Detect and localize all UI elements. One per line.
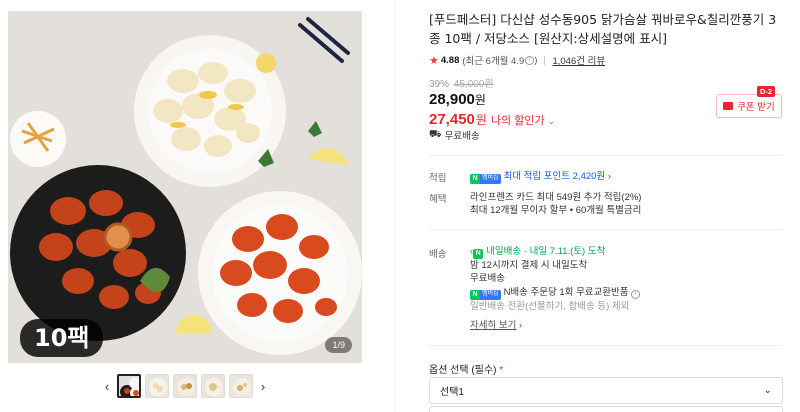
delivery-label: 배송: [429, 249, 447, 260]
exchange-text: N배송 주문당 1회 무료교환반품: [503, 286, 629, 298]
image-page-indicator: 1/9: [325, 337, 352, 353]
thumbnail-1[interactable]: [117, 374, 141, 398]
chevron-left-icon[interactable]: ‹: [100, 379, 114, 394]
sale-price-unit: 원: [474, 93, 486, 107]
food-photo: [8, 11, 362, 363]
my-discount-label: 나의 할인가: [490, 115, 545, 127]
thumbnail-3[interactable]: [173, 374, 197, 398]
thumbnail-4[interactable]: [201, 374, 225, 398]
chevron-down-icon: ⌄: [763, 385, 772, 396]
info-icon[interactable]: i: [525, 55, 535, 65]
naver-n-icon: N: [473, 248, 484, 259]
my-discount-price: 27,450: [429, 111, 475, 128]
discount-rate: 39%: [429, 79, 450, 90]
section-divider: [429, 345, 783, 346]
option-select-secondary[interactable]: [429, 406, 783, 412]
free-shipping-text: 무료배송: [444, 131, 480, 142]
exchange-line: N 멤버십 N배송 주문당 1회 무료교환반품 i: [470, 286, 641, 300]
coupon-label: 쿠폰 받기: [737, 102, 775, 113]
option-select[interactable]: 선택1 ⌄: [429, 377, 783, 404]
pack-count-badge: 10팩: [20, 319, 104, 357]
chevron-right-icon: ›: [605, 171, 611, 182]
my-discount-price-unit: 원: [475, 113, 487, 127]
option-label: 옵션 선택 (필수) *: [429, 365, 504, 376]
chevron-right-icon: ›: [516, 320, 523, 331]
dday-badge: D-2: [757, 86, 776, 97]
review-count-link[interactable]: 1,046건 리뷰: [552, 53, 605, 67]
divider: [544, 55, 546, 65]
rating-row: ★ 4.88 (최근 6개월 4.9 i ) 1,046건 리뷰: [429, 53, 783, 68]
naver-membership-badge: N 멤버십: [470, 173, 501, 184]
delivery-info: ‹ N 내일배송 · 내일 7.11.(토) 도착 밤 12시까지 결제 시 내일도…: [470, 245, 641, 333]
delivery-more-link[interactable]: 자세히 보기 ›: [470, 319, 640, 333]
discount-row: 39% 45,000원: [429, 75, 783, 90]
required-mark: *: [499, 365, 504, 376]
delivery-cutoff: 밤 12시까지 결제 시 내일도착: [470, 259, 588, 271]
rating-score: 4.88: [440, 54, 460, 66]
original-price: 45,000원: [453, 79, 494, 90]
truck-icon: ⛟: [429, 128, 442, 140]
arrival-line: ‹ N 내일배송 · 내일 7.11.(토) 도착: [470, 245, 640, 259]
section-divider: [429, 155, 783, 156]
free-shipping-summary: ⛟ 무료배송: [429, 128, 480, 143]
coupon-button[interactable]: 쿠폰 받기: [716, 94, 782, 118]
points-row[interactable]: N 멤버십 최대 적립 포인트 2,420원 ›: [470, 170, 611, 184]
info-icon[interactable]: i: [631, 289, 641, 299]
benefit-installment: 최대 12개월 무이자 할부 • 60개월 특별금리: [470, 205, 642, 216]
section-divider: [429, 229, 783, 230]
benefits-text: 라인프렌즈 카드 최대 549원 추가 적립(2%) 최대 12개월 무이자 할…: [470, 191, 641, 217]
product-main-image[interactable]: 10팩 1/9: [8, 11, 362, 363]
tomorrow-delivery-badge: 내일배송: [486, 246, 522, 257]
sale-price: 28,900: [429, 91, 475, 108]
coupon-icon: [723, 102, 734, 110]
rating-recent: (최근 6개월 4.9: [462, 56, 525, 67]
column-divider: [395, 0, 396, 412]
delivery-fee: 무료배송: [470, 273, 505, 285]
star-icon: ★: [429, 54, 439, 67]
chevron-down-icon[interactable]: ⌄: [548, 116, 556, 127]
naver-membership-badge: N 멤버십: [470, 289, 501, 300]
thumbnail-2[interactable]: [145, 374, 169, 398]
delivery-exclusion: 일반배송 전환(선물하기, 합배송 등) 제외: [470, 300, 630, 312]
points-text: 최대 적립 포인트 2,420원: [503, 171, 606, 182]
thumbnail-strip: ‹ ›: [100, 373, 270, 399]
benefit-card: 라인프렌즈 카드 최대 549원 추가 적립(2%): [470, 192, 642, 203]
arrival-date: · 내일 7.11.(토) 도착: [523, 246, 606, 257]
product-title: [푸드페스터] 다신샵 성수동905 닭가슴살 꿔바로우&칠리깐풍기 3종 10…: [429, 12, 777, 46]
points-label: 적립: [429, 173, 447, 184]
option-selected-value: 선택1: [440, 387, 464, 398]
thumbnail-list: [117, 374, 253, 398]
rating-recent-end: ): [534, 54, 538, 66]
thumbnail-5[interactable]: [229, 374, 253, 398]
chevron-right-icon[interactable]: ›: [256, 379, 270, 394]
benefits-label: 혜택: [429, 194, 447, 205]
